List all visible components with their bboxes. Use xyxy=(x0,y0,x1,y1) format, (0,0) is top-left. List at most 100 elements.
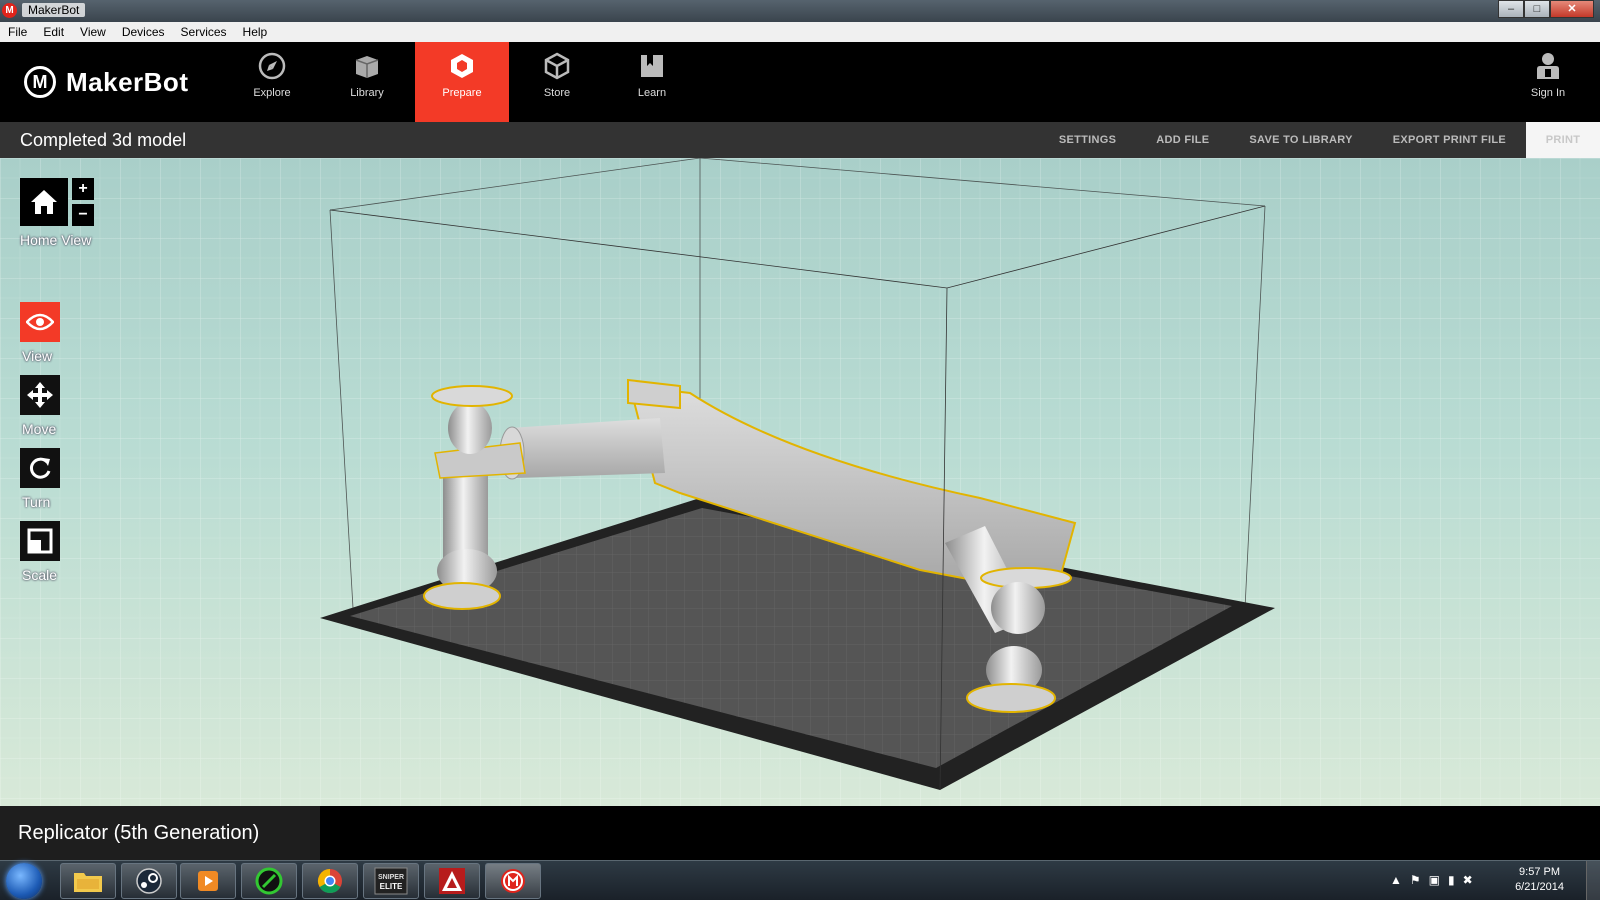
zoom-in-button[interactable]: + xyxy=(72,178,94,200)
eye-icon xyxy=(26,313,54,331)
tray-expand-icon[interactable]: ▲ xyxy=(1390,873,1402,887)
menu-bar: File Edit View Devices Services Help xyxy=(0,22,1600,42)
export-print-file-button[interactable]: EXPORT PRINT FILE xyxy=(1373,122,1526,158)
nav-learn[interactable]: Learn xyxy=(605,42,699,122)
settings-button[interactable]: SETTINGS xyxy=(1039,122,1136,158)
chrome-icon xyxy=(317,869,342,894)
cube-icon xyxy=(544,52,570,80)
project-toolbar: Completed 3d model SETTINGS ADD FILE SAV… xyxy=(0,122,1600,158)
green-circle-icon xyxy=(255,867,283,895)
logo-mark-icon: M xyxy=(24,66,56,98)
compass-icon xyxy=(258,52,286,80)
nav-explore[interactable]: Explore xyxy=(225,42,319,122)
media-player-icon xyxy=(198,871,218,891)
taskbar-makerbot[interactable] xyxy=(485,863,541,899)
show-desktop-button[interactable] xyxy=(1586,861,1600,900)
network-signal-icon[interactable]: ▮ xyxy=(1448,873,1455,887)
sign-in-button[interactable]: Sign In xyxy=(1518,42,1578,122)
taskbar-steam[interactable] xyxy=(121,863,177,899)
taskbar-green-app[interactable] xyxy=(241,863,297,899)
autodesk-icon xyxy=(439,868,465,894)
project-actions: SETTINGS ADD FILE SAVE TO LIBRARY EXPORT… xyxy=(1039,122,1600,158)
system-tray: ▲ ⚑ ▣ ▮ ✖ 9:57 PM 6/21/2014 xyxy=(1390,861,1600,900)
printer-selector[interactable]: Replicator (5th Generation) xyxy=(0,806,320,860)
sign-in-label: Sign In xyxy=(1530,87,1566,99)
sniper-elite-icon: SNIPER ELITE xyxy=(374,867,408,895)
scale-icon xyxy=(27,528,53,554)
svg-text:SNIPER: SNIPER xyxy=(378,874,404,881)
scale-button[interactable] xyxy=(20,521,60,561)
taskbar-chrome[interactable] xyxy=(302,863,358,899)
windows-taskbar: SNIPER ELITE ▲ ⚑ ▣ ▮ ✖ 9:57 PM 6/21/2014 xyxy=(0,860,1600,900)
home-view-button[interactable] xyxy=(20,178,68,226)
taskbar-sniper-elite[interactable]: SNIPER ELITE xyxy=(363,863,419,899)
scale-tool[interactable]: Scale xyxy=(20,521,60,583)
maximize-button[interactable]: □ xyxy=(1524,0,1550,18)
prepare-icon xyxy=(451,54,473,78)
3d-viewport[interactable]: + − Home View View Move Turn Scale xyxy=(0,158,1600,806)
nav-prepare[interactable]: Prepare xyxy=(415,42,509,122)
nav-store-label: Store xyxy=(543,87,571,99)
window-title: MakerBot xyxy=(22,3,86,17)
move-button[interactable] xyxy=(20,375,60,415)
turn-button[interactable] xyxy=(20,448,60,488)
view-label: View xyxy=(22,348,53,364)
print-scene[interactable] xyxy=(0,158,1600,806)
svg-text:ELITE: ELITE xyxy=(380,882,403,891)
device-icon[interactable]: ▣ xyxy=(1429,873,1440,887)
close-button[interactable]: ✕ xyxy=(1550,0,1594,18)
nav-library[interactable]: Library xyxy=(320,42,414,122)
menu-devices[interactable]: Devices xyxy=(114,25,173,39)
volume-muted-icon[interactable]: ✖ xyxy=(1463,873,1473,887)
window-titlebar: M MakerBot – □ ✕ xyxy=(0,0,1600,22)
tray-icons: ▲ ⚑ ▣ ▮ ✖ xyxy=(1390,873,1473,887)
action-center-flag-icon[interactable]: ⚑ xyxy=(1410,873,1421,887)
menu-file[interactable]: File xyxy=(0,25,35,39)
nav-prepare-label: Prepare xyxy=(442,87,482,99)
menu-edit[interactable]: Edit xyxy=(35,25,72,39)
menu-help[interactable]: Help xyxy=(235,25,276,39)
makerbot-icon xyxy=(501,869,525,893)
print-button[interactable]: PRINT xyxy=(1526,122,1600,158)
add-file-button[interactable]: ADD FILE xyxy=(1136,122,1229,158)
move-tool[interactable]: Move xyxy=(20,375,60,437)
nav-explore-label: Explore xyxy=(253,87,291,99)
clock-time: 9:57 PM xyxy=(1519,866,1561,878)
view-tool[interactable]: View xyxy=(20,302,60,364)
zoom-out-button[interactable]: − xyxy=(72,204,94,226)
makerbot-logo[interactable]: M MakerBot xyxy=(24,66,188,98)
scale-label: Scale xyxy=(22,567,58,583)
nav-library-label: Library xyxy=(350,87,384,99)
taskbar-clock[interactable]: 9:57 PM 6/21/2014 xyxy=(1515,865,1564,895)
menu-services[interactable]: Services xyxy=(173,25,235,39)
home-icon xyxy=(31,190,57,214)
move-arrows-icon xyxy=(27,382,53,408)
window-controls: – □ ✕ xyxy=(1498,0,1594,18)
makerbot-app-icon: M xyxy=(2,3,17,18)
book-icon xyxy=(641,55,663,77)
move-label: Move xyxy=(22,421,57,437)
taskbar-explorer[interactable] xyxy=(60,863,116,899)
logo-wordmark: MakerBot xyxy=(66,66,189,97)
home-view-label: Home View xyxy=(20,232,92,248)
turn-label: Turn xyxy=(22,494,51,510)
printer-bar: Replicator (5th Generation) xyxy=(0,806,1600,860)
app-navigation: M MakerBot Explore Library Prepare Store xyxy=(0,42,1600,122)
folder-icon xyxy=(74,873,102,892)
turn-tool[interactable]: Turn xyxy=(20,448,60,510)
taskbar-autodesk[interactable] xyxy=(424,863,480,899)
menu-view[interactable]: View xyxy=(72,25,114,39)
steam-icon xyxy=(136,868,162,894)
library-icon xyxy=(355,56,379,78)
taskbar-media-player[interactable] xyxy=(180,863,236,899)
save-to-library-button[interactable]: SAVE TO LIBRARY xyxy=(1229,122,1372,158)
nav-store[interactable]: Store xyxy=(510,42,604,122)
start-button[interactable] xyxy=(6,863,42,899)
user-icon xyxy=(1537,53,1559,79)
minimize-button[interactable]: – xyxy=(1498,0,1524,18)
view-button[interactable] xyxy=(20,302,60,342)
project-title: Completed 3d model xyxy=(20,130,187,150)
rotate-icon xyxy=(29,457,51,479)
clock-date: 6/21/2014 xyxy=(1515,881,1564,893)
nav-learn-label: Learn xyxy=(637,87,667,99)
